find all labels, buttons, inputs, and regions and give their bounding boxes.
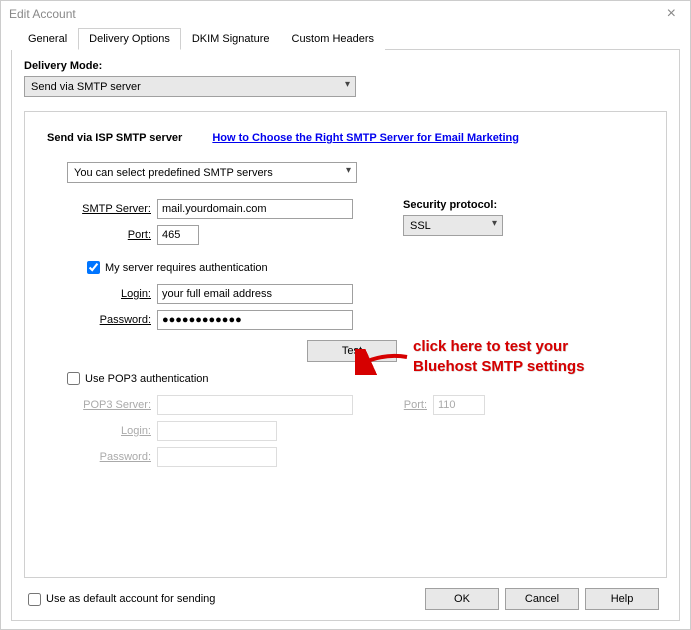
footer: Use as default account for sending OK Ca… <box>24 578 667 610</box>
annotation-text: click here to test your Bluehost SMTP se… <box>413 337 584 376</box>
password-input[interactable] <box>157 310 353 330</box>
cancel-button[interactable]: Cancel <box>505 588 579 610</box>
auth-required-checkbox[interactable] <box>87 261 100 274</box>
tab-bar: General Delivery Options DKIM Signature … <box>17 27 680 50</box>
help-button[interactable]: Help <box>585 588 659 610</box>
tab-dkim-signature[interactable]: DKIM Signature <box>181 28 281 50</box>
ok-button[interactable]: OK <box>425 588 499 610</box>
pop3-password-input <box>157 447 277 467</box>
annotation-arrow-icon <box>355 349 410 375</box>
delivery-mode-select[interactable]: Send via SMTP server <box>24 76 356 97</box>
pop3-login-label: Login: <box>67 425 157 437</box>
window-title: Edit Account <box>9 7 76 21</box>
smtp-server-label: SMTP Server: <box>67 203 157 215</box>
pop3-port-label: Port: <box>393 399 433 411</box>
pop3-auth-checkbox[interactable] <box>67 372 80 385</box>
password-label: Password: <box>67 314 157 326</box>
pop3-server-label: POP3 Server: <box>67 399 157 411</box>
security-protocol-label: Security protocol: <box>403 199 503 211</box>
delivery-mode-label: Delivery Mode: <box>24 60 667 72</box>
auth-required-label: My server requires authentication <box>105 262 268 274</box>
tab-delivery-options[interactable]: Delivery Options <box>78 28 181 50</box>
smtp-server-input[interactable] <box>157 199 353 219</box>
pop3-password-label: Password: <box>67 451 157 463</box>
pop3-server-input <box>157 395 353 415</box>
default-account-checkbox[interactable] <box>28 593 41 606</box>
close-icon[interactable]: × <box>661 5 682 23</box>
content-area: General Delivery Options DKIM Signature … <box>1 27 690 629</box>
smtp-port-input[interactable] <box>157 225 199 245</box>
panel-title: Send via ISP SMTP server <box>47 132 182 144</box>
tab-body: Delivery Mode: Send via SMTP server Send… <box>11 50 680 621</box>
smtp-port-label: Port: <box>67 229 157 241</box>
default-account-label: Use as default account for sending <box>46 593 215 605</box>
login-input[interactable] <box>157 284 353 304</box>
security-protocol-select[interactable]: SSL <box>403 215 503 236</box>
predefined-smtp-select[interactable]: You can select predefined SMTP servers <box>67 162 357 183</box>
pop3-auth-label: Use POP3 authentication <box>85 373 209 385</box>
edit-account-window: Edit Account × General Delivery Options … <box>0 0 691 630</box>
titlebar: Edit Account × <box>1 1 690 27</box>
pop3-port-input <box>433 395 485 415</box>
smtp-panel: Send via ISP SMTP server How to Choose t… <box>24 111 667 578</box>
tab-custom-headers[interactable]: Custom Headers <box>281 28 386 50</box>
help-link[interactable]: How to Choose the Right SMTP Server for … <box>212 132 519 144</box>
login-label: Login: <box>67 288 157 300</box>
pop3-login-input <box>157 421 277 441</box>
tab-general[interactable]: General <box>17 28 78 50</box>
